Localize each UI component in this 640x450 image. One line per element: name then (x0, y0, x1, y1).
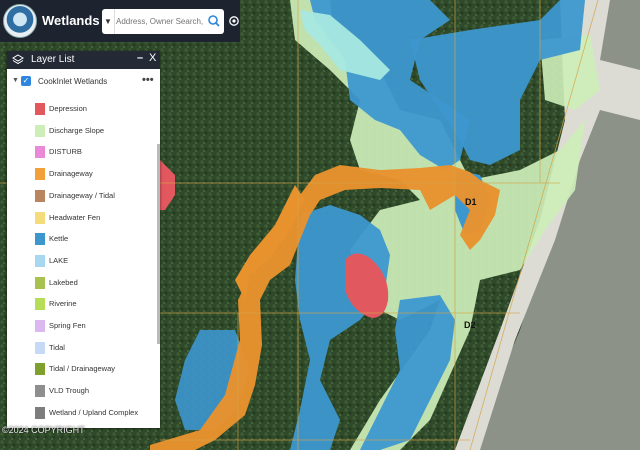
legend-item: Wetland / Upland Complex (7, 405, 157, 421)
legend-label: Depression (49, 104, 87, 113)
caret-down-icon[interactable]: ▼ (102, 9, 115, 34)
close-button[interactable]: X (149, 52, 156, 64)
search-icon (208, 15, 220, 27)
map-label-d1: D1 (465, 197, 477, 207)
legend-swatch (35, 406, 45, 419)
legend-item: Kettle (7, 231, 157, 247)
layer-name: CookInlet Wetlands (38, 77, 108, 86)
legend-item: VLD Trough (7, 383, 157, 399)
legend-swatch (35, 385, 45, 398)
legend-label: Spring Fen (49, 321, 86, 330)
legend-swatch (35, 168, 45, 181)
legend-label: Drainageway (49, 169, 93, 179)
legend-label: Lakebed (49, 277, 78, 287)
legend-swatch (35, 254, 45, 267)
legend-swatch (35, 211, 45, 224)
legend-label: Drainageway / Tidal (49, 190, 115, 200)
legend-item: Lakebed (7, 275, 157, 291)
layer-visibility-checkbox[interactable]: ✓ (21, 76, 31, 86)
legend-label: DISTURB (49, 147, 82, 157)
legend-item: Headwater Fen (7, 210, 157, 226)
app-header: Wetlands Viewer ▼ (0, 0, 240, 42)
layer-list-panel: Layer List – X ▼ ✓ CookInlet Wetlands ••… (7, 51, 160, 428)
legend-scrollbar[interactable] (157, 144, 160, 344)
search-box: ▼ (102, 9, 224, 34)
legend-label: Tidal / Drainageway (49, 364, 116, 374)
legend-swatch (35, 189, 45, 202)
legend-label: Kettle (49, 234, 69, 244)
copyright-text: ©2024 COPYRIGHT (2, 425, 85, 435)
more-options-icon[interactable]: ••• (142, 74, 154, 86)
minimize-button[interactable]: – (137, 52, 143, 64)
legend-swatch (35, 363, 45, 376)
expand-triangle-icon[interactable]: ▼ (12, 77, 19, 84)
legend-item: Discharge Slope (7, 123, 157, 139)
legend-item: Riverine (7, 296, 157, 312)
legend-item: Spring Fen (7, 318, 157, 334)
search-input[interactable] (116, 11, 204, 31)
legend-label: Riverine (49, 299, 77, 309)
legend-swatch (35, 233, 45, 246)
legend-label: LAKE (49, 255, 69, 265)
layer-row-cookinlet[interactable]: ▼ ✓ CookInlet Wetlands ••• (7, 74, 160, 92)
legend-label: Headwater Fen (49, 212, 101, 222)
legend-list: Depression Discharge Slope DISTURB Drainage… (7, 101, 158, 426)
legend-swatch (35, 298, 45, 311)
legend-swatch (35, 124, 45, 137)
legend-swatch (35, 103, 45, 115)
search-button[interactable] (204, 9, 224, 34)
layer-list-title: Layer List (31, 54, 75, 65)
legend-item: Drainageway / Tidal (7, 188, 157, 204)
legend-swatch (35, 146, 45, 159)
legend-item: Tidal (7, 340, 157, 356)
legend-label: Wetland / Upland Complex (49, 407, 139, 417)
legend-swatch (35, 276, 45, 289)
map-label-d2: D2 (464, 320, 476, 330)
legend-label: VLD Trough (49, 386, 90, 396)
legend-item: LAKE (7, 253, 157, 269)
legend-item: Tidal / Drainageway (7, 361, 157, 377)
borough-logo (3, 4, 37, 38)
legend-item: Drainageway (7, 166, 157, 182)
layer-list-header: Layer List – X (7, 51, 160, 69)
location-icon (229, 16, 239, 26)
legend-item: DISTURB (7, 144, 157, 160)
legend-item: Depression (7, 101, 157, 117)
legend-label: Discharge Slope (49, 125, 105, 135)
legend-swatch (35, 320, 45, 332)
legend-label: Tidal (49, 342, 65, 352)
my-location-button[interactable] (228, 14, 240, 28)
legend-swatch (35, 341, 45, 354)
layers-icon (12, 54, 24, 65)
